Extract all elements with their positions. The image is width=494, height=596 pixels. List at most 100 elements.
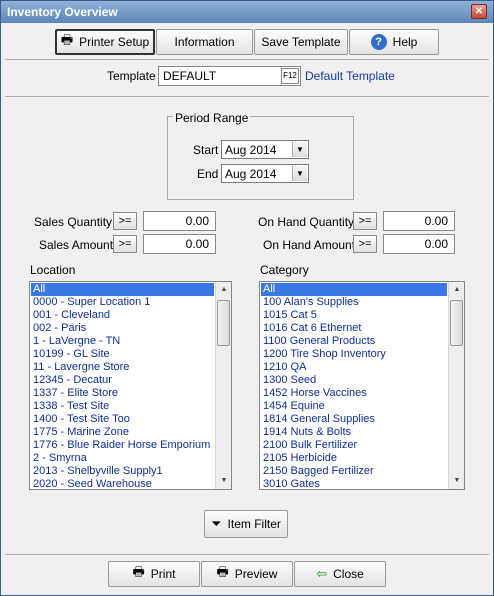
list-item[interactable]: 2013 - Shelbyville Supply1 [31, 465, 214, 478]
list-item[interactable]: 1452 Horse Vaccines [261, 387, 447, 400]
help-label: Help [392, 35, 418, 49]
list-item[interactable]: 2150 Bagged Fertilizer [261, 465, 447, 478]
save-template-button[interactable]: Save Template [254, 29, 348, 55]
window-title: Inventory Overview [7, 5, 118, 19]
preview-label: Preview [234, 567, 278, 581]
list-item[interactable]: 1015 Cat 5 [261, 309, 447, 322]
list-item[interactable]: 1337 - Elite Store [31, 387, 214, 400]
list-item[interactable]: 1338 - Test Site [31, 400, 214, 413]
inventory-overview-window: Inventory Overview ✕ 🖶 Printer Setup Inf… [0, 0, 494, 596]
end-period-select[interactable]: Aug 2014 ▼ [221, 164, 309, 183]
list-item[interactable]: 1100 General Products [261, 335, 447, 348]
printer-setup-button[interactable]: 🖶 Printer Setup [55, 29, 155, 55]
on-hand-quantity-label: On Hand Quantity [258, 215, 355, 229]
scroll-up-icon[interactable]: ▲ [449, 282, 464, 298]
list-item[interactable]: 1200 Tire Shop Inventory [261, 348, 447, 361]
template-input[interactable]: DEFAULT [158, 66, 301, 86]
close-label: Close [333, 567, 364, 581]
on-hand-quantity-input[interactable]: 0.00 [383, 211, 455, 231]
list-item[interactable]: 12345 - Decatur [31, 374, 214, 387]
location-label: Location [30, 263, 76, 277]
scroll-up-icon[interactable]: ▲ [216, 282, 231, 298]
location-scrollbar[interactable]: ▲ ▼ [215, 282, 231, 489]
on-hand-amount-label: On Hand Amount [263, 238, 356, 252]
list-item[interactable]: 1776 - Blue Raider Horse Emporium [31, 439, 214, 452]
funnel-icon: ⏷ [211, 516, 222, 531]
help-button[interactable]: ? Help [349, 29, 439, 55]
period-range-title: Period Range [173, 111, 251, 125]
start-period-value: Aug 2014 [225, 143, 277, 157]
end-period-value: Aug 2014 [225, 167, 277, 181]
preview-icon: 🖶 [216, 564, 229, 579]
list-item[interactable]: 1454 Equine [261, 400, 447, 413]
footer-divider [5, 554, 489, 555]
template-divider [5, 96, 489, 97]
chevron-down-icon[interactable]: ▼ [292, 166, 307, 181]
template-description: Default Template [305, 69, 395, 83]
end-label: End [197, 167, 219, 181]
start-period-select[interactable]: Aug 2014 ▼ [221, 140, 309, 159]
category-scrollbar[interactable]: ▲ ▼ [448, 282, 464, 489]
list-item[interactable]: 2 - Smyrna [31, 452, 214, 465]
close-icon: ⇦ [316, 566, 328, 581]
scroll-thumb[interactable] [217, 300, 230, 346]
help-icon: ? [370, 34, 387, 50]
print-icon: 🖶 [132, 564, 145, 579]
close-button[interactable]: ⇦ Close [294, 561, 386, 587]
list-item[interactable]: 1300 Seed [261, 374, 447, 387]
list-item[interactable]: 1814 General Supplies [261, 413, 447, 426]
item-filter-label: Item Filter [227, 517, 281, 531]
information-label: Information [174, 35, 235, 49]
list-item[interactable]: 1210 QA [261, 361, 447, 374]
information-button[interactable]: Information [156, 29, 253, 55]
sales-amount-operator-button[interactable]: >= [113, 235, 137, 253]
print-button[interactable]: 🖶 Print [108, 561, 200, 587]
category-label: Category [260, 263, 309, 277]
list-item[interactable]: 11 - Lavergne Store [31, 361, 214, 374]
window-close-button[interactable]: ✕ [471, 4, 487, 19]
toolbar-divider [5, 59, 489, 60]
printer-setup-label: Printer Setup [79, 35, 150, 49]
list-item[interactable]: 1775 - Marine Zone [31, 426, 214, 439]
item-filter-button[interactable]: ⏷ Item Filter [204, 510, 288, 538]
scroll-down-icon[interactable]: ▼ [216, 473, 231, 489]
start-label: Start [193, 143, 219, 157]
scroll-thumb[interactable] [450, 300, 463, 346]
list-item[interactable]: 2100 Bulk Fertilizer [261, 439, 447, 452]
list-item[interactable]: 001 - Cleveland [31, 309, 214, 322]
sales-amount-input[interactable]: 0.00 [143, 234, 216, 254]
template-lookup-button[interactable]: F12 [281, 68, 299, 84]
location-items: All 0000 - Super Location 1 001 - Clevelan… [31, 283, 214, 489]
sales-quantity-input[interactable]: 0.00 [143, 211, 216, 231]
list-item[interactable]: All [261, 283, 447, 296]
template-label: Template [107, 69, 156, 83]
on-hand-amount-input[interactable]: 0.00 [383, 234, 455, 254]
sales-amount-label: Sales Amount [39, 238, 114, 252]
sales-quantity-operator-button[interactable]: >= [113, 212, 137, 230]
category-listbox[interactable]: All 100 Alan's Supplies 1015 Cat 5 1016 Cat… [259, 281, 465, 490]
scroll-down-icon[interactable]: ▼ [449, 473, 464, 489]
list-item[interactable]: 1 - LaVergne - TN [31, 335, 214, 348]
preview-button[interactable]: 🖶 Preview [201, 561, 293, 587]
print-label: Print [150, 567, 176, 581]
list-item[interactable]: 2105 Herbicide [261, 452, 447, 465]
list-item[interactable]: 1016 Cat 6 Ethernet [261, 322, 447, 335]
list-item[interactable]: 10199 - GL Site [31, 348, 214, 361]
list-item[interactable]: 100 Alan's Supplies [261, 296, 447, 309]
list-item[interactable]: 2020 - Seed Warehouse [31, 478, 214, 489]
list-item[interactable]: All [31, 283, 214, 296]
save-template-label: Save Template [261, 35, 341, 49]
category-items: All 100 Alan's Supplies 1015 Cat 5 1016 Cat… [261, 283, 447, 489]
chevron-down-icon[interactable]: ▼ [292, 142, 307, 157]
list-item[interactable]: 002 - Paris [31, 322, 214, 335]
list-item[interactable]: 3010 Gates [261, 478, 447, 489]
on-hand-amount-operator-button[interactable]: >= [353, 235, 377, 253]
printer-icon: 🖶 [60, 32, 74, 47]
sales-quantity-label: Sales Quantity [34, 215, 113, 229]
location-listbox[interactable]: All 0000 - Super Location 1 001 - Clevelan… [29, 281, 232, 490]
on-hand-quantity-operator-button[interactable]: >= [353, 212, 377, 230]
list-item[interactable]: 1914 Nuts & Bolts [261, 426, 447, 439]
list-item[interactable]: 0000 - Super Location 1 [31, 296, 214, 309]
title-bar: Inventory Overview ✕ [1, 1, 493, 23]
list-item[interactable]: 1400 - Test Site Too [31, 413, 214, 426]
